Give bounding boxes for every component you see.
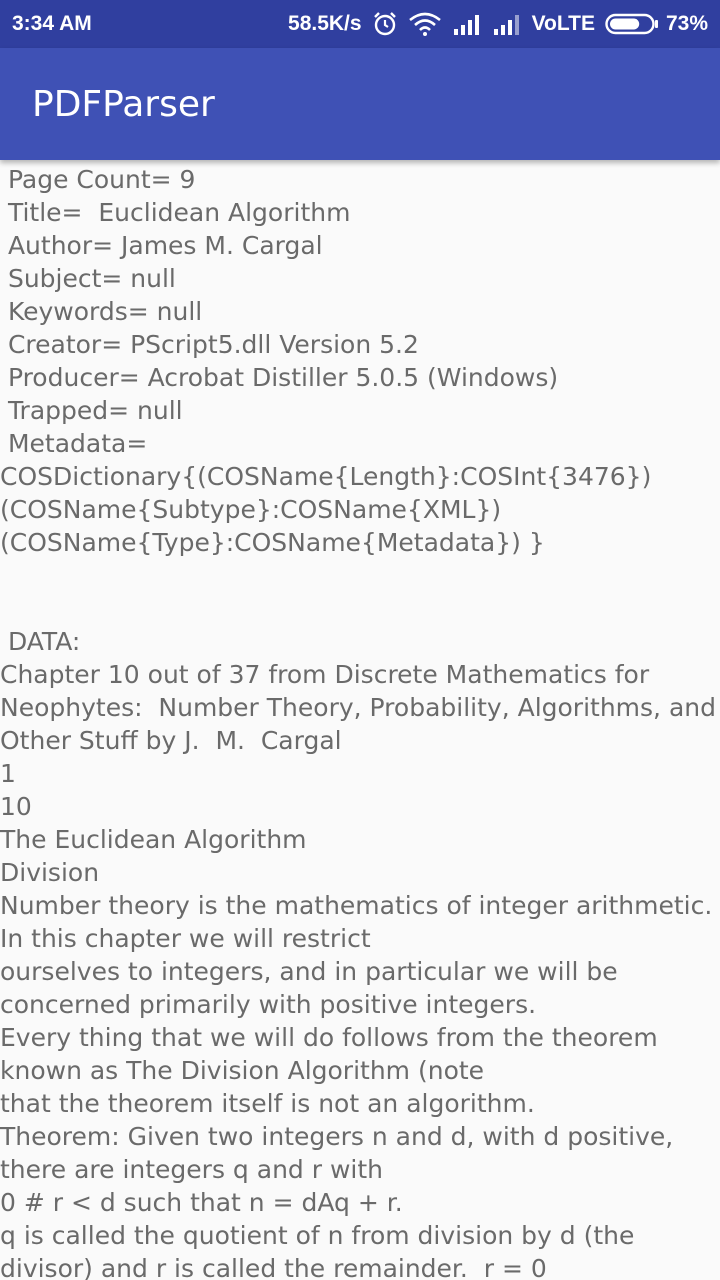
metadata-line: Producer= Acrobat Distiller 5.0.5 (Windo… — [0, 363, 559, 392]
data-line: there are integers q and r with — [0, 1155, 383, 1184]
data-line: 10 — [0, 792, 32, 821]
pdf-data-block: Chapter 10 out of 37 from Discrete Mathe… — [0, 658, 720, 1280]
data-line: Every thing that we will do follows from… — [0, 1023, 658, 1052]
metadata-line: Creator= PScript5.dll Version 5.2 — [0, 330, 419, 359]
metadata-line — [0, 592, 720, 625]
parsed-pdf-text: Page Count= 9 Title= Euclidean Algorithm… — [0, 163, 720, 1280]
data-line: 1 — [0, 759, 16, 788]
wifi-icon — [408, 12, 442, 36]
volte-label: VoLTE — [531, 12, 595, 35]
app-title: PDFParser — [32, 84, 215, 125]
data-line: In this chapter we will restrict — [0, 924, 371, 953]
metadata-line: Title= Euclidean Algorithm — [0, 198, 351, 227]
data-line: concerned primarily with positive intege… — [0, 990, 537, 1019]
data-line: Theorem: Given two integers n and d, wit… — [0, 1122, 674, 1151]
data-line: The Euclidean Algorithm — [0, 825, 307, 854]
alarm-icon — [372, 11, 398, 37]
metadata-line: DATA: — [0, 627, 81, 656]
data-line: 0 # r < d such that n = dAq + r. — [0, 1188, 403, 1217]
data-line: divisor) and r is called the remainder. … — [0, 1254, 547, 1280]
metadata-line: COSDictionary{(COSName{Length}:COSInt{34… — [0, 462, 652, 491]
data-line: known as The Division Algorithm (note — [0, 1056, 485, 1085]
metadata-line: Keywords= null — [0, 297, 203, 326]
signal-icon — [452, 13, 482, 35]
battery-percent: 73% — [665, 12, 708, 35]
data-line: that the theorem itself is not an algori… — [0, 1089, 535, 1118]
status-bar: 3:34 AM 58.5K/s VoLTE 73% — [0, 0, 720, 48]
data-line: Division — [0, 858, 100, 887]
status-time: 3:34 AM — [12, 12, 92, 35]
metadata-line: (COSName{Type}:COSName{Metadata}) } — [0, 528, 545, 557]
data-line: Number theory is the mathematics of inte… — [0, 891, 713, 920]
metadata-line: Metadata= — [0, 429, 148, 458]
signal-icon — [492, 13, 522, 35]
data-line: Neophytes: Number Theory, Probability, A… — [0, 693, 716, 722]
app-toolbar: PDFParser — [0, 48, 720, 160]
metadata-line: (COSName{Subtype}:COSName{XML}) — [0, 495, 502, 524]
data-line: ourselves to integers, and in particular… — [0, 957, 618, 986]
battery-indicator: 73% — [605, 12, 708, 36]
metadata-line: Page Count= 9 — [0, 165, 196, 194]
metadata-line: Author= James M. Cargal — [0, 231, 323, 260]
metadata-line: Trapped= null — [0, 396, 183, 425]
battery-icon — [605, 13, 659, 35]
data-line: Chapter 10 out of 37 from Discrete Mathe… — [0, 660, 650, 689]
metadata-line: Subject= null — [0, 264, 176, 293]
metadata-line — [0, 559, 720, 592]
data-line: q is called the quotient of n from divis… — [0, 1221, 635, 1250]
pdf-metadata-block: Page Count= 9 Title= Euclidean Algorithm… — [0, 163, 720, 658]
status-indicators: 58.5K/s VoLTE 73% — [288, 11, 708, 37]
data-line: Other Stuff by J. M. Cargal — [0, 726, 342, 755]
network-speed: 58.5K/s — [288, 12, 362, 35]
